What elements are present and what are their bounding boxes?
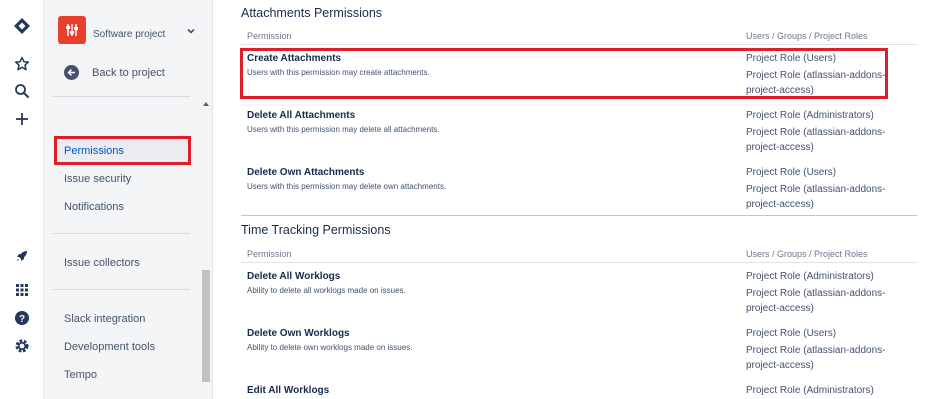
svg-text:?: ? [19,314,25,325]
jira-logo-icon[interactable] [12,16,32,36]
back-to-project-label: Back to project [92,66,165,79]
header-divider [241,262,917,263]
role-entry: Project Role (Administrators) [746,385,874,396]
role-entry: Project Role (atlassian-addons-project-a… [746,184,886,210]
permissions-content: Attachments Permissions Permission Users… [213,0,938,399]
role-entry: Project Role (Administrators) [746,271,874,282]
sidebar-item-permissions[interactable]: Permissions [54,136,191,165]
sidebar-item-issue-security[interactable]: Issue security [64,173,131,185]
section-title-attachments: Attachments Permissions [241,6,383,20]
search-icon[interactable] [12,81,32,101]
project-avatar[interactable] [58,16,86,44]
role-entry: Project Role (atlassian-addons-project-a… [746,288,886,314]
sidebar-item-label: Permissions [64,145,124,157]
star-icon[interactable] [12,54,32,74]
arrow-left-icon [64,65,79,80]
sidebar-divider [52,96,190,97]
column-header-permission: Permission [247,31,292,41]
sidebar-item-notifications[interactable]: Notifications [64,201,124,213]
permission-description: Users with this permission may delete ow… [247,182,447,191]
section-title-time-tracking: Time Tracking Permissions [241,223,391,237]
column-header-permission: Permission [247,249,292,259]
project-name[interactable]: Software project [93,29,165,40]
header-divider [241,44,917,45]
sidebar-item-development-tools[interactable]: Development tools [64,341,155,353]
apps-grid-icon[interactable] [12,280,32,300]
sidebar-item-slack-integration[interactable]: Slack integration [64,313,145,325]
permission-description: Ability to delete own worklogs made on i… [247,343,413,352]
project-sidebar: Software project Back to project Permiss… [44,0,213,399]
role-entry: Project Role (atlassian-addons-project-a… [746,127,886,153]
permission-name: Delete Own Worklogs [247,328,350,339]
scrollbar-up-arrow[interactable] [203,102,209,106]
permission-name: Delete All Attachments [247,110,356,121]
permission-name: Delete All Worklogs [247,271,341,282]
permission-description: Ability to delete all worklogs made on i… [247,286,406,295]
role-entry: Project Role (Users) [746,167,837,178]
role-entry: Project Role (Users) [746,328,837,339]
plus-icon[interactable] [12,109,32,129]
back-to-project-link[interactable]: Back to project [64,65,165,80]
sidebar-divider [52,233,190,234]
sidebar-item-tempo[interactable]: Tempo [64,369,97,381]
permission-description: Users with this permission may delete al… [247,125,440,134]
permission-name: Delete Own Attachments [247,167,365,178]
section-divider [241,215,917,216]
help-icon[interactable]: ? [12,308,32,328]
rocket-icon[interactable] [12,246,32,266]
role-entry: Project Role (atlassian-addons-project-a… [746,70,886,96]
settings-gear-icon[interactable] [12,336,32,356]
column-header-roles: Users / Groups / Project Roles [746,249,868,259]
sidebar-scrollbar-thumb[interactable] [202,270,210,382]
permission-name: Edit All Worklogs [247,385,330,396]
permission-name: Create Attachments [247,53,342,64]
sidebar-item-issue-collectors[interactable]: Issue collectors [64,257,140,269]
permission-description: Users with this permission may create at… [247,68,430,77]
sidebar-divider [52,289,190,290]
global-nav-rail: ? [0,0,44,399]
role-entry: Project Role (atlassian-addons-project-a… [746,345,886,371]
role-entry: Project Role (Users) [746,53,837,64]
column-header-roles: Users / Groups / Project Roles [746,31,868,41]
chevron-down-icon[interactable] [186,26,196,36]
role-entry: Project Role (Administrators) [746,110,874,121]
